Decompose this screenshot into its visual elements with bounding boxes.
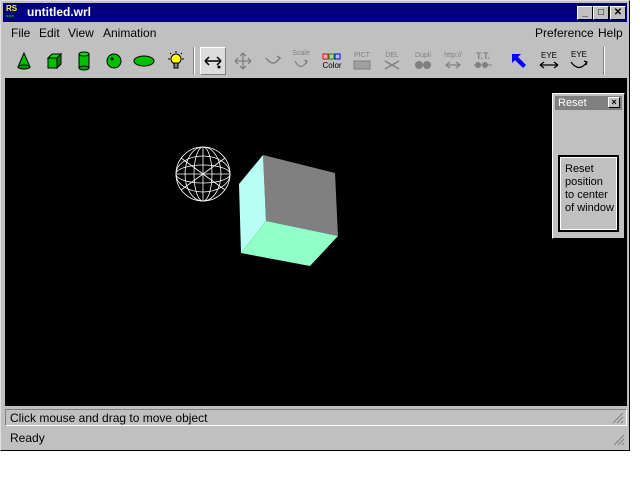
- delete-tool-icon[interactable]: DEL: [379, 47, 405, 75]
- toolbar: Scale Color PICT DEL Dupli http:// T.T.: [3, 45, 627, 78]
- toolbar-separator: [603, 47, 605, 75]
- status-text: Ready: [10, 431, 45, 445]
- reset-panel: Reset × Reset position to center of wind…: [552, 93, 625, 239]
- select-arrow-icon[interactable]: [506, 47, 532, 75]
- title-bar[interactable]: RS --- untitled.wrl _ □ ✕: [3, 3, 627, 22]
- duplicate-tool-icon[interactable]: Dupli: [410, 47, 436, 75]
- scale-tool-icon[interactable]: Scale: [288, 47, 314, 75]
- minimize-button[interactable]: _: [577, 6, 593, 20]
- eye-move-icon[interactable]: EYE: [536, 47, 562, 75]
- hint-status-bar: Click mouse and drag to move object: [5, 409, 627, 426]
- resize-grip-icon[interactable]: [612, 412, 624, 424]
- wireframe-sphere[interactable]: [175, 146, 231, 202]
- menu-file[interactable]: File: [11, 26, 30, 40]
- menu-animation[interactable]: Animation: [103, 26, 156, 40]
- toolbar-separator: [193, 47, 195, 75]
- 3d-viewport[interactable]: [5, 78, 627, 406]
- ellipse-icon[interactable]: [131, 47, 157, 75]
- reset-panel-titlebar[interactable]: Reset ×: [555, 96, 622, 110]
- color-tool-icon[interactable]: Color: [319, 47, 345, 75]
- texture-tool-icon[interactable]: T.T.: [470, 47, 496, 75]
- reset-position-button[interactable]: Reset position to center of window: [558, 155, 619, 232]
- menu-preference[interactable]: Preference: [535, 26, 594, 40]
- link-tool-icon[interactable]: http://: [440, 47, 466, 75]
- rotate-tool-icon[interactable]: [260, 47, 286, 75]
- scene-canvas[interactable]: [5, 78, 627, 406]
- close-button[interactable]: ✕: [610, 6, 626, 20]
- resize-grip-icon[interactable]: [613, 434, 625, 446]
- sphere-icon[interactable]: [101, 47, 127, 75]
- main-window: RS --- untitled.wrl _ □ ✕ File Edit View…: [0, 0, 630, 451]
- cylinder-icon[interactable]: [71, 47, 97, 75]
- pan-tool-icon[interactable]: [230, 47, 256, 75]
- app-icon[interactable]: RS ---: [6, 5, 22, 20]
- menu-bar: File Edit View Animation Preference Help: [3, 23, 627, 42]
- cube[interactable]: [239, 155, 338, 266]
- light-bulb-icon[interactable]: [163, 47, 189, 75]
- eye-rotate-icon[interactable]: EYE: [566, 47, 592, 75]
- hint-text: Click mouse and drag to move object: [10, 411, 208, 425]
- reset-panel-close-button[interactable]: ×: [608, 97, 620, 108]
- status-bar: Ready: [5, 429, 627, 447]
- maximize-button[interactable]: □: [593, 6, 609, 20]
- menu-edit[interactable]: Edit: [39, 26, 60, 40]
- cube-icon[interactable]: [41, 47, 67, 75]
- menu-view[interactable]: View: [68, 26, 94, 40]
- move-tool-icon[interactable]: [200, 47, 226, 75]
- cone-icon[interactable]: [11, 47, 37, 75]
- menu-help[interactable]: Help: [598, 26, 623, 40]
- pict-tool-icon[interactable]: PICT: [349, 47, 375, 75]
- window-title: untitled.wrl: [27, 5, 91, 19]
